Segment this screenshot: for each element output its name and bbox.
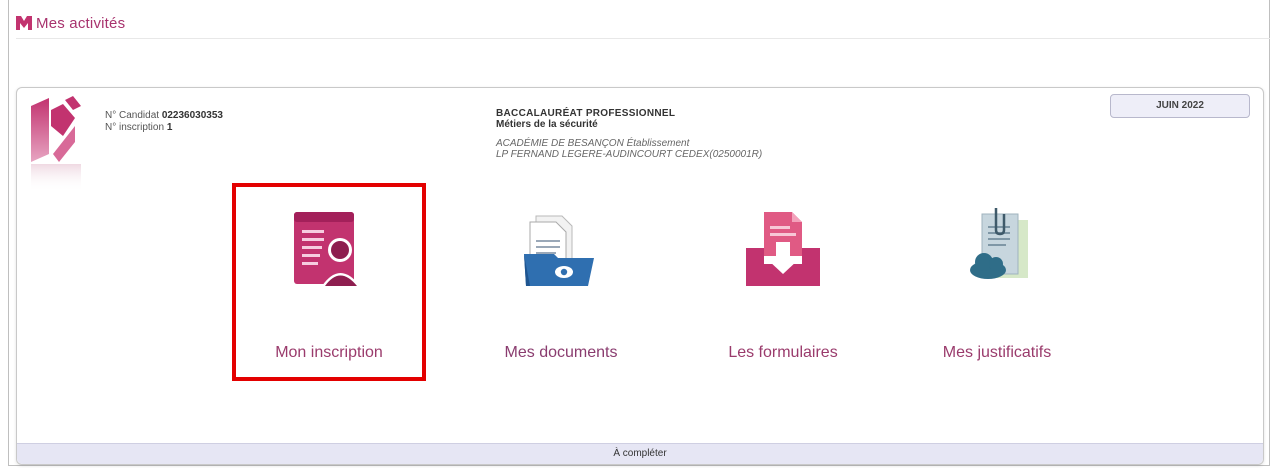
tile-label-mon-inscription: Mon inscription bbox=[275, 344, 383, 361]
documents-folder-icon bbox=[524, 215, 594, 286]
supporting-docs-icon bbox=[970, 208, 1028, 279]
tile-label-mes-justificatifs: Mes justificatifs bbox=[942, 344, 1052, 361]
tile-label-mes-documents: Mes documents bbox=[504, 344, 618, 361]
forms-download-icon bbox=[746, 212, 820, 286]
tile-mes-justificatifs[interactable]: Mes justificatifs bbox=[897, 208, 1097, 388]
page-title: Mes activités bbox=[36, 14, 126, 32]
candidate-number: 02236030353 bbox=[161, 110, 223, 121]
academy-line: ACADÉMIE DE BESANÇON Établissement bbox=[496, 138, 690, 149]
establishment-name: LP FERNAND LEGERE-AUDINCOURT CEDEX(02500… bbox=[496, 149, 763, 160]
inscription-number: 1 bbox=[166, 122, 173, 133]
m-logo-icon bbox=[16, 16, 32, 30]
diploma-title: BACCALAURÉAT PROFESSIONNEL bbox=[496, 108, 676, 119]
tile-mes-documents[interactable]: Mes documents bbox=[461, 208, 661, 388]
activity-card: N° Candidat 02236030353 N° inscription 1… bbox=[16, 87, 1264, 465]
status-bar: À compléter bbox=[17, 443, 1263, 464]
exam-info: BACCALAURÉAT PROFESSIONNEL Métiers de la… bbox=[496, 108, 762, 160]
session-badge: JUIN 2022 bbox=[1110, 94, 1250, 118]
header-bar: Mes activités bbox=[16, 8, 1270, 39]
diploma-specialty: Métiers de la sécurité bbox=[496, 119, 598, 130]
tile-label-les-formulaires: Les formulaires bbox=[728, 344, 838, 361]
tile-mon-inscription[interactable]: Mon inscription bbox=[229, 208, 429, 388]
academy-logo-icon bbox=[31, 96, 81, 192]
candidate-info: N° Candidat 02236030353 N° inscription 1 bbox=[105, 110, 223, 134]
registration-form-icon bbox=[294, 212, 360, 286]
candidate-number-label: N° Candidat bbox=[105, 110, 160, 121]
tile-les-formulaires[interactable]: Les formulaires bbox=[683, 208, 883, 388]
inscription-number-label: N° inscription bbox=[105, 122, 165, 133]
